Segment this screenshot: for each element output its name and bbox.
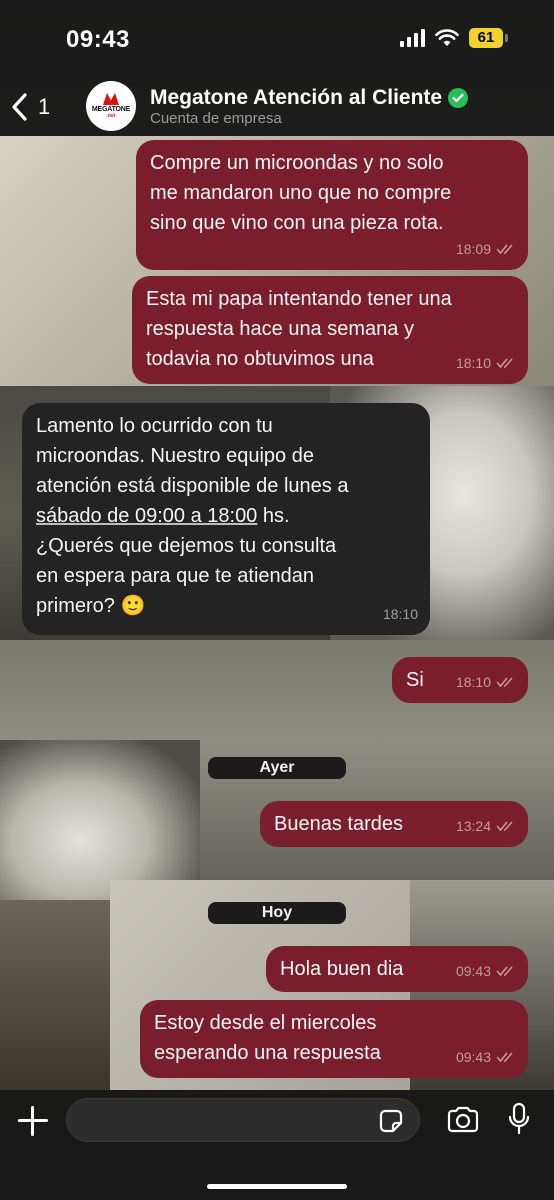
message-meta: 18:10 bbox=[456, 348, 516, 378]
message-text: primero? bbox=[36, 595, 115, 617]
message-input[interactable] bbox=[66, 1098, 420, 1142]
unread-count: 1 bbox=[38, 94, 51, 119]
double-check-icon bbox=[496, 821, 513, 832]
message-outgoing[interactable]: Estoy desde el miercoles esperando una r… bbox=[140, 1000, 528, 1078]
message-text: hs. bbox=[262, 505, 290, 527]
message-outgoing[interactable]: Si 18:10 bbox=[392, 657, 528, 703]
home-indicator[interactable] bbox=[207, 1184, 347, 1189]
message-incoming[interactable]: Lamento lo ocurrido con tu microondas. N… bbox=[22, 403, 430, 635]
message-text: Compre un microondas y no solo bbox=[150, 152, 444, 174]
signal-icon bbox=[400, 29, 425, 47]
status-icons: 61 bbox=[400, 28, 508, 48]
double-check-icon bbox=[496, 1052, 513, 1063]
message-outgoing[interactable]: Compre un microondas y no solo me mandar… bbox=[136, 140, 528, 270]
smile-emoji-icon: 🙂 bbox=[120, 595, 146, 617]
message-text: respuesta hace una semana y bbox=[146, 318, 414, 340]
message-text: Esta mi papa intentando tener una bbox=[146, 288, 452, 310]
message-time: 18:10 bbox=[455, 355, 491, 371]
battery-level: 61 bbox=[469, 28, 503, 48]
contact-name-text: Megatone Atención al Cliente bbox=[150, 86, 443, 109]
chevron-left-icon bbox=[12, 93, 27, 121]
message-outgoing[interactable]: Esta mi papa intentando tener una respue… bbox=[132, 276, 528, 384]
plus-icon[interactable] bbox=[18, 1106, 48, 1136]
contact-name[interactable]: Megatone Atención al Cliente bbox=[150, 86, 469, 110]
message-meta: 09:43 bbox=[456, 956, 516, 986]
message-outgoing[interactable]: Buenas tardes 13:24 bbox=[260, 801, 528, 847]
message-time: 09:43 bbox=[455, 963, 491, 979]
double-check-icon bbox=[496, 244, 513, 255]
message-text-line: sábado de 09:00 a 18:00 hs. bbox=[36, 501, 416, 531]
message-text: atención está disponible de lunes a bbox=[36, 475, 349, 497]
top-bar: 09:43 61 1 MEGATONE .net Megatone Atenci… bbox=[0, 0, 554, 136]
contact-subtitle: Cuenta de empresa bbox=[150, 110, 282, 127]
camera-icon[interactable] bbox=[446, 1106, 480, 1134]
message-meta: 18:09 bbox=[456, 234, 516, 264]
message-meta: 18:10 bbox=[456, 667, 516, 697]
message-schedule-link[interactable]: sábado de 09:00 a 18:00 bbox=[36, 505, 257, 527]
message-text: ¿Querés que dejemos tu consulta bbox=[36, 535, 337, 557]
verified-badge-icon bbox=[448, 88, 469, 108]
sticker-icon[interactable] bbox=[377, 1107, 405, 1135]
microphone-icon[interactable] bbox=[507, 1102, 531, 1136]
avatar-logo-sub: .net bbox=[106, 113, 116, 119]
message-text: me mandaron uno que no compre bbox=[150, 182, 452, 204]
message-meta: 18:10 bbox=[383, 599, 418, 629]
message-time: 09:43 bbox=[455, 1049, 491, 1065]
message-text: en espera para que te atiendan bbox=[36, 565, 314, 587]
message-text: microondas. Nuestro equipo de bbox=[36, 445, 314, 467]
message-time: 13:24 bbox=[455, 818, 491, 834]
double-check-icon bbox=[496, 677, 513, 688]
message-time: 18:09 bbox=[455, 241, 491, 257]
message-outgoing[interactable]: Hola buen dia 09:43 bbox=[266, 946, 528, 992]
double-check-icon bbox=[496, 966, 513, 977]
message-meta: 09:43 bbox=[456, 1042, 516, 1072]
back-button[interactable]: 1 bbox=[10, 92, 50, 122]
message-meta: 13:24 bbox=[456, 811, 516, 841]
date-separator: Ayer bbox=[208, 757, 346, 779]
wifi-icon bbox=[435, 29, 459, 46]
double-check-icon bbox=[496, 358, 513, 369]
message-time: 18:10 bbox=[455, 674, 491, 690]
megatone-logo-icon bbox=[103, 93, 119, 105]
contact-avatar[interactable]: MEGATONE .net bbox=[86, 81, 136, 131]
message-time: 18:10 bbox=[382, 606, 418, 622]
message-text: Estoy desde el miercoles bbox=[154, 1012, 377, 1034]
message-text-line: primero? 🙂 bbox=[36, 591, 416, 621]
message-text: Lamento lo ocurrido con tu bbox=[36, 415, 273, 437]
battery-icon: 61 bbox=[469, 28, 508, 48]
status-time: 09:43 bbox=[66, 26, 130, 53]
date-separator: Hoy bbox=[208, 902, 346, 924]
avatar-logo-text: MEGATONE bbox=[91, 106, 131, 113]
